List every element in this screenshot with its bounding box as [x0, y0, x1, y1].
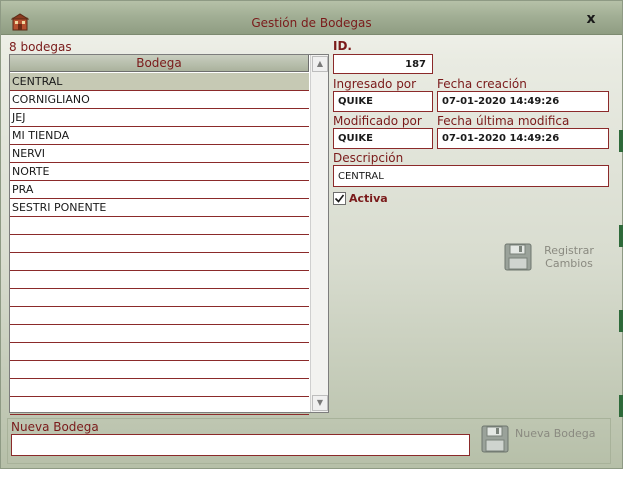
empty-row[interactable]: [10, 397, 309, 415]
window-title: Gestión de Bodegas: [251, 16, 372, 30]
vertical-scrollbar[interactable]: ▲ ▼: [310, 55, 328, 412]
empty-row[interactable]: [10, 253, 309, 271]
id-label: ID.: [333, 39, 352, 53]
fecha-creacion-label: Fecha creación: [437, 77, 527, 91]
id-value: 187: [405, 59, 426, 70]
column-header-bodega[interactable]: Bodega: [10, 55, 309, 72]
checkmark-icon: [334, 194, 345, 203]
nueva-bodega-label: Nueva Bodega: [11, 420, 99, 434]
descripcion-label: Descripción: [333, 151, 404, 165]
empty-row[interactable]: [10, 289, 309, 307]
ingresado-field[interactable]: QUIKE: [333, 91, 433, 112]
list-item[interactable]: SESTRI PONENTE: [10, 199, 309, 217]
floppy-disk-icon[interactable]: [504, 243, 532, 271]
bodegas-count: 8 bodegas: [9, 40, 72, 54]
gestion-bodegas-window: Gestión de Bodegas x 8 bodegas Bodega CE…: [0, 0, 623, 469]
ingresado-value: QUIKE: [338, 96, 373, 107]
list-item[interactable]: CORNIGLIANO: [10, 91, 309, 109]
bodegas-grid[interactable]: Bodega CENTRAL CORNIGLIANO JEJ MI TIENDA NER…: [9, 54, 329, 415]
descripcion-value: CENTRAL: [338, 171, 384, 182]
empty-row[interactable]: [10, 271, 309, 289]
scroll-down-icon[interactable]: ▼: [312, 395, 328, 411]
empty-row[interactable]: [10, 361, 309, 379]
close-button[interactable]: x: [583, 11, 599, 27]
background-edge: [619, 130, 623, 152]
list-item[interactable]: MI TIENDA: [10, 127, 309, 145]
grid-rows: CENTRAL CORNIGLIANO JEJ MI TIENDA NERVI NORTE…: [10, 73, 309, 415]
fecha-modifica-label: Fecha última modifica: [437, 114, 570, 128]
list-item[interactable]: NORTE: [10, 163, 309, 181]
nueva-bodega-input[interactable]: [11, 434, 470, 456]
modificado-value: QUIKE: [338, 133, 373, 144]
empty-row[interactable]: [10, 379, 309, 397]
registrar-cambios-button[interactable]: Registrar Cambios: [534, 244, 604, 270]
id-field[interactable]: 187: [333, 54, 433, 74]
empty-row[interactable]: [10, 307, 309, 325]
background-edge: [619, 310, 623, 332]
modificado-field[interactable]: QUIKE: [333, 128, 433, 149]
fecha-modifica-field[interactable]: 07-01-2020 14:49:26: [437, 128, 609, 149]
list-item[interactable]: NERVI: [10, 145, 309, 163]
background-edge: [619, 395, 623, 417]
activa-checkbox[interactable]: [333, 192, 346, 205]
list-item[interactable]: PRA: [10, 181, 309, 199]
ingresado-label: Ingresado por: [333, 77, 417, 91]
fecha-modifica-value: 07-01-2020 14:49:26: [442, 133, 560, 144]
empty-row[interactable]: [10, 325, 309, 343]
empty-row[interactable]: [10, 343, 309, 361]
descripcion-field[interactable]: CENTRAL: [333, 165, 609, 187]
activa-label[interactable]: Activa: [349, 192, 388, 205]
background-edge: [619, 225, 623, 247]
empty-row[interactable]: [10, 235, 309, 253]
scroll-up-icon[interactable]: ▲: [312, 56, 328, 72]
floppy-disk-icon[interactable]: [481, 425, 509, 453]
fecha-creacion-field[interactable]: 07-01-2020 14:49:26: [437, 91, 609, 112]
list-item[interactable]: CENTRAL: [10, 73, 309, 91]
fecha-creacion-value: 07-01-2020 14:49:26: [442, 96, 560, 107]
empty-row[interactable]: [10, 217, 309, 235]
title-bar[interactable]: Gestión de Bodegas x: [1, 1, 622, 35]
modificado-label: Modificado por: [333, 114, 422, 128]
nueva-bodega-button[interactable]: Nueva Bodega: [515, 427, 595, 440]
list-item[interactable]: JEJ: [10, 109, 309, 127]
